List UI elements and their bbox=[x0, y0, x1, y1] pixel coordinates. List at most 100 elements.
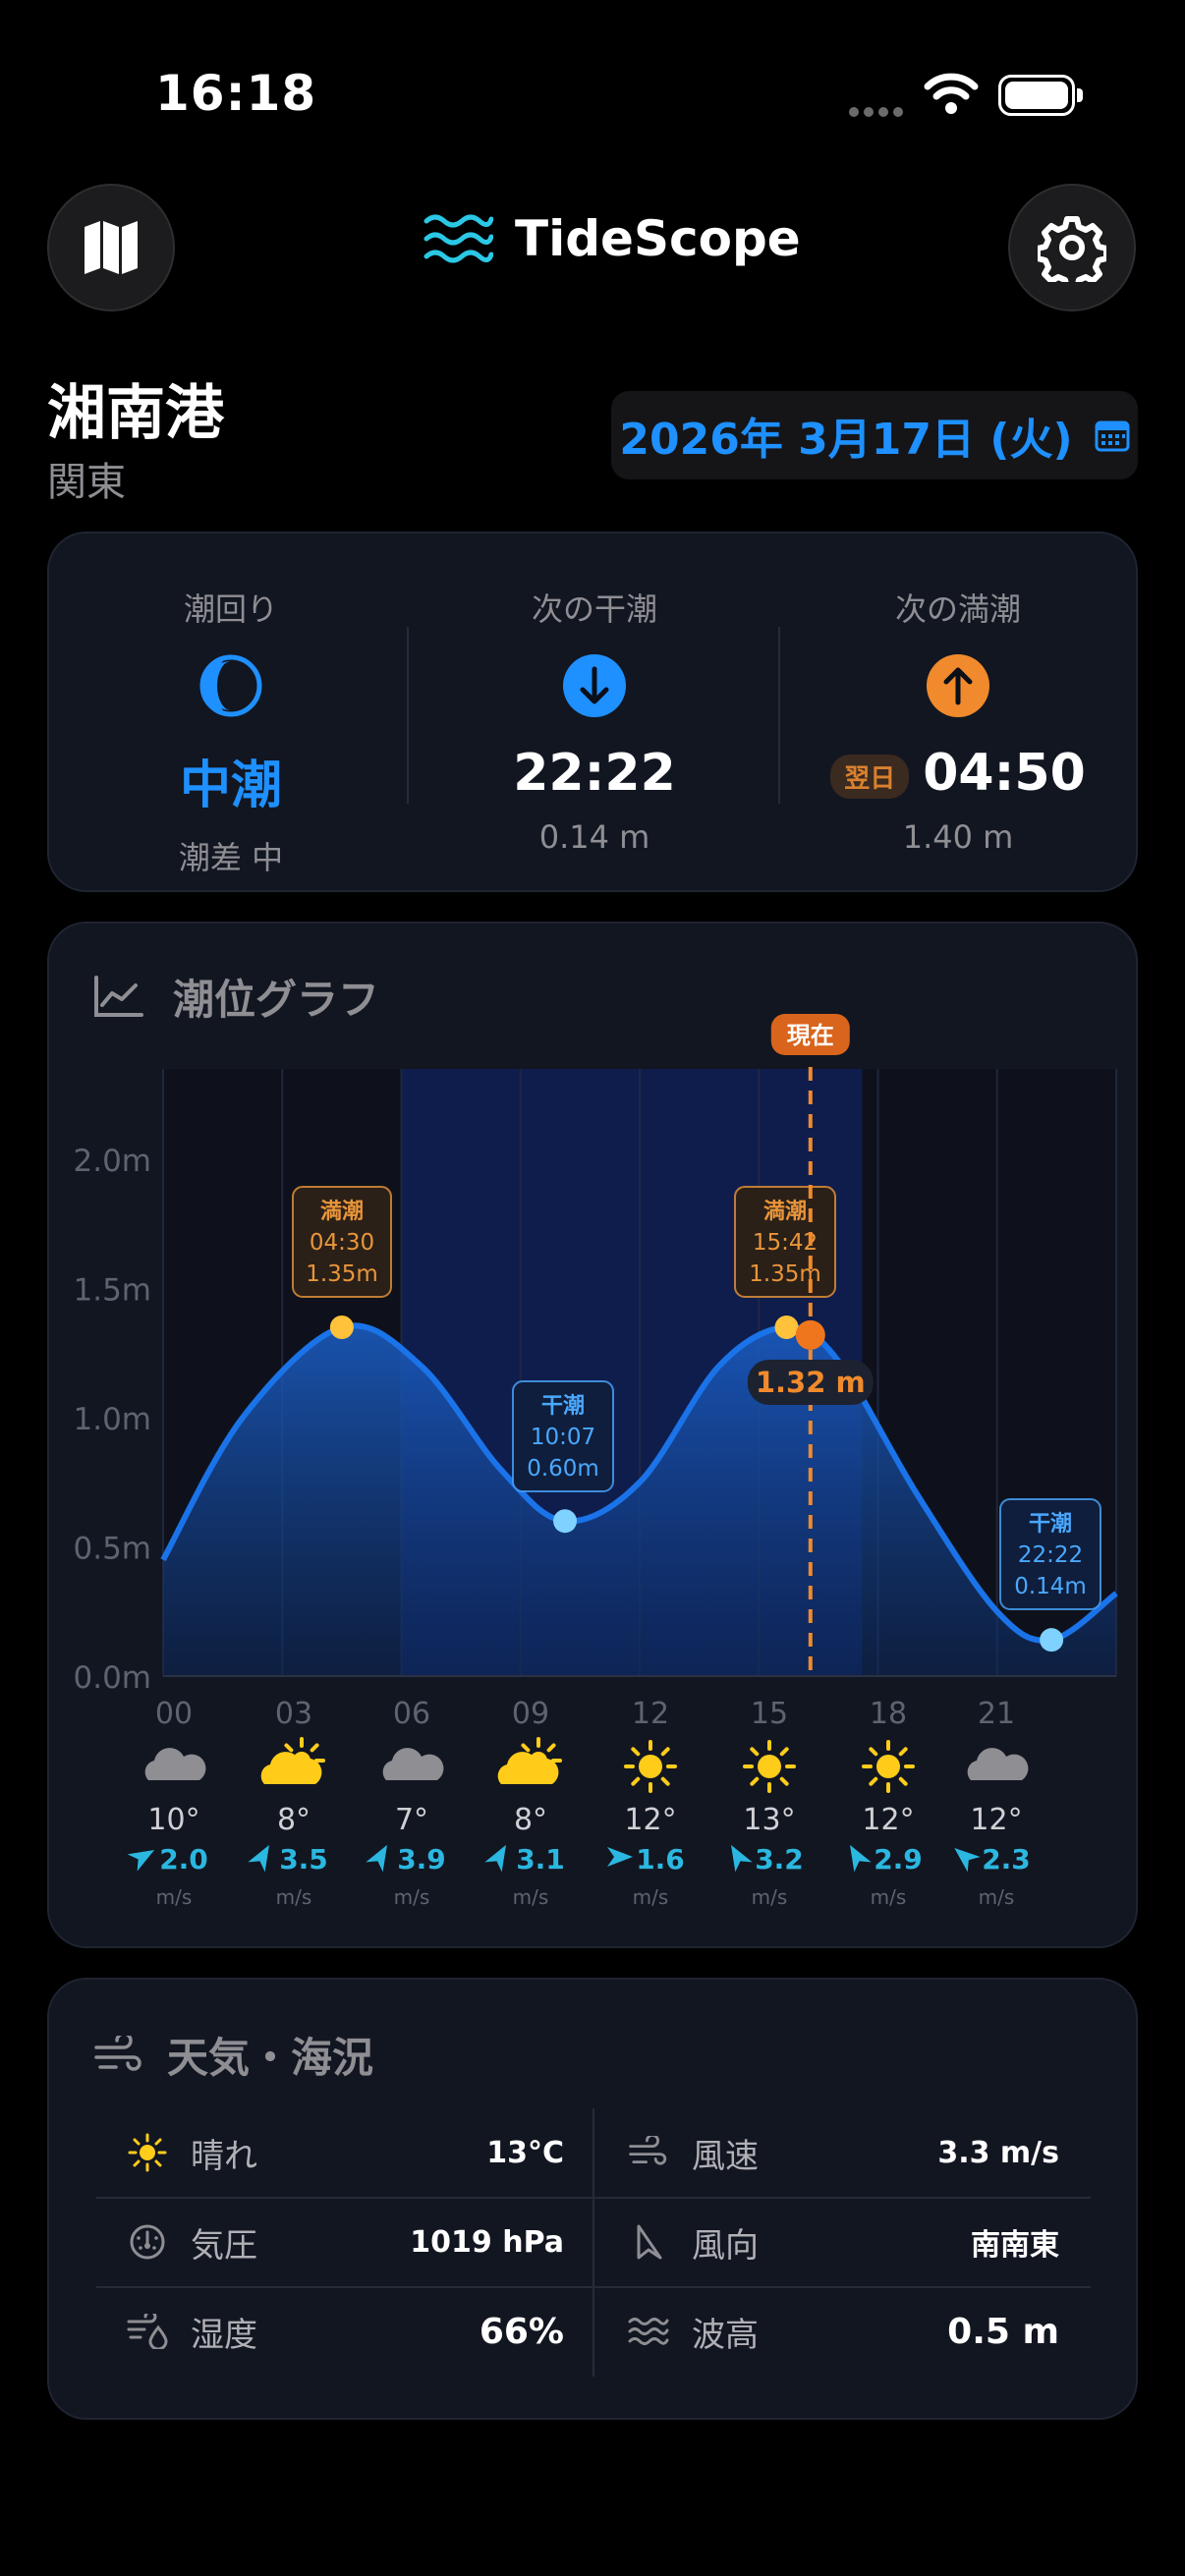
forecast-wind-unit: m/s bbox=[752, 1885, 788, 1909]
forecast-wind-unit: m/s bbox=[276, 1885, 312, 1909]
forecast-wind-unit: m/s bbox=[871, 1885, 907, 1909]
y-tick-label: 0.0m bbox=[74, 1660, 152, 1696]
forecast-wind-unit: m/s bbox=[633, 1885, 669, 1909]
annotation-time: 04:30 bbox=[310, 1230, 374, 1256]
current-value-label: 1.32 m bbox=[756, 1366, 866, 1399]
map-icon bbox=[85, 221, 138, 274]
tide-cycle-label: 潮回り bbox=[183, 590, 278, 628]
location-arrow-icon bbox=[637, 2224, 662, 2260]
annotation-height: 1.35m bbox=[306, 1261, 378, 1287]
forecast-wind-unit: m/s bbox=[394, 1885, 430, 1909]
settings-button[interactable] bbox=[1008, 184, 1136, 311]
wind-direction-value: 南南東 bbox=[971, 2228, 1059, 2263]
low-tide-point bbox=[1040, 1628, 1064, 1652]
weather-card: 天気・海況 晴れ 13°C 風速 3.3 m/s 気圧 1019 hPa 風向 … bbox=[47, 1978, 1138, 2420]
humidity-icon bbox=[127, 2314, 168, 2349]
map-button[interactable] bbox=[47, 184, 175, 311]
humidity-row: 湿度 66% bbox=[126, 2287, 564, 2376]
forecast-wind-speed: 2.3 bbox=[982, 1843, 1031, 1876]
next-high-height: 1.40 m bbox=[902, 818, 1014, 856]
next-high-column: 次の満潮 翌日 04:50 1.40 m bbox=[776, 533, 1140, 890]
annotation-height: 0.60m bbox=[527, 1456, 599, 1482]
arrow-down-icon bbox=[563, 654, 626, 717]
forecast-temp: 10° bbox=[147, 1803, 199, 1837]
pressure-row: 気圧 1019 hPa bbox=[126, 2198, 564, 2286]
divider bbox=[407, 627, 409, 804]
annotation-height: 0.14m bbox=[1014, 1574, 1087, 1599]
tide-chart[interactable]: 0.0m 0.5m 1.0m 1.5m 2.0m 満潮 04:30 1.35m 干潮 10:07 0… bbox=[49, 924, 1136, 1946]
humidity-value: 66% bbox=[479, 2311, 564, 2352]
forecast-wind-speed: 3.5 bbox=[279, 1843, 328, 1876]
wind-direction-arrow-icon bbox=[607, 1847, 633, 1867]
cloud-icon bbox=[967, 1748, 1029, 1780]
y-tick-label: 1.0m bbox=[74, 1402, 152, 1437]
y-tick-label: 2.0m bbox=[74, 1144, 152, 1179]
next-high-time-row: 翌日 04:50 bbox=[776, 744, 1140, 803]
wave-height-row: 波高 0.5 m bbox=[627, 2287, 1059, 2376]
now-badge-label: 現在 bbox=[787, 1022, 834, 1049]
humidity-label: 湿度 bbox=[191, 2315, 257, 2355]
wind-direction-arrow-icon bbox=[731, 1844, 753, 1873]
wind-speed-label: 風速 bbox=[692, 2136, 759, 2176]
forecast-wind-speed: 1.6 bbox=[636, 1843, 685, 1876]
x-tick-label: 00 bbox=[155, 1697, 193, 1731]
forecast-temp: 13° bbox=[743, 1803, 795, 1837]
app-title: TideScope bbox=[423, 210, 801, 267]
x-tick-label: 18 bbox=[870, 1697, 907, 1731]
forecast-wind-unit: m/s bbox=[513, 1885, 549, 1909]
next-high-time: 04:50 bbox=[923, 744, 1086, 803]
next-low-time: 22:22 bbox=[513, 744, 676, 803]
tide-cycle-column: 潮回り 中潮 潮差 中 bbox=[49, 533, 413, 890]
annotation-time: 15:42 bbox=[753, 1230, 818, 1256]
forecast-temp: 8° bbox=[277, 1803, 310, 1837]
forecast-wind-speed: 3.9 bbox=[397, 1843, 446, 1876]
forecast-wind-unit: m/s bbox=[156, 1885, 193, 1909]
wind-direction-arrow-icon bbox=[127, 1850, 155, 1872]
y-tick-label: 0.5m bbox=[74, 1532, 152, 1567]
wind-direction-arrow-icon bbox=[366, 1844, 387, 1873]
date-label: 2026年 3月17日 (火) bbox=[619, 415, 1073, 465]
condition-value: 13°C bbox=[486, 2135, 564, 2170]
location-region: 関東 bbox=[47, 460, 126, 505]
annotation-time: 10:07 bbox=[531, 1425, 595, 1450]
x-tick-label: 06 bbox=[393, 1697, 430, 1731]
wind-speed-row: 風速 3.3 m/s bbox=[627, 2108, 1059, 2197]
current-level-point bbox=[795, 1319, 825, 1350]
wind-speed-value: 3.3 m/s bbox=[937, 2135, 1059, 2170]
tide-cycle-value: 中潮 bbox=[179, 756, 282, 815]
battery-icon bbox=[998, 75, 1075, 116]
annotation-time: 22:22 bbox=[1018, 1542, 1083, 1568]
forecast-temp: 7° bbox=[395, 1803, 428, 1837]
gear-icon bbox=[1038, 216, 1106, 282]
tide-chart-card: 潮位グラフ 0.0m 0.5m 1.0m 1.5m 2.0m 満潮 04:30 1.35m 干潮… bbox=[47, 922, 1138, 1948]
wind-icon bbox=[94, 2035, 141, 2071]
weather-condition-row: 晴れ 13°C bbox=[126, 2108, 564, 2197]
weather-card-header: 天気・海況 bbox=[94, 2025, 373, 2085]
wind-icon bbox=[629, 2136, 667, 2165]
wave-height-value: 0.5 m bbox=[947, 2311, 1059, 2352]
wind-direction-arrow-icon bbox=[248, 1844, 269, 1873]
partly-sunny-icon bbox=[260, 1752, 322, 1784]
forecast-temp: 12° bbox=[970, 1803, 1022, 1837]
divider bbox=[592, 2108, 594, 2377]
wind-direction-arrow-icon bbox=[484, 1844, 506, 1873]
x-tick-label: 09 bbox=[512, 1697, 549, 1731]
tide-range: 潮差 中 bbox=[178, 839, 284, 876]
pressure-value: 1019 hPa bbox=[410, 2224, 564, 2260]
forecast-temp: 12° bbox=[862, 1803, 914, 1837]
next-day-badge: 翌日 bbox=[830, 754, 910, 799]
sun-icon bbox=[624, 1740, 677, 1793]
date-picker-button[interactable]: 2026年 3月17日 (火) bbox=[611, 391, 1138, 479]
wave-icon bbox=[628, 2318, 669, 2345]
high-tide-point bbox=[329, 1315, 354, 1339]
calendar-icon bbox=[1095, 420, 1130, 452]
pressure-label: 気圧 bbox=[191, 2225, 257, 2266]
cellular-signal-icon bbox=[849, 102, 908, 121]
annotation-label: 干潮 bbox=[541, 1394, 585, 1419]
gauge-icon bbox=[130, 2224, 165, 2260]
wind-direction-arrow-icon bbox=[954, 1848, 981, 1873]
annotation-label: 満潮 bbox=[320, 1199, 364, 1224]
weather-card-title: 天気・海況 bbox=[167, 2034, 374, 2082]
wind-direction-arrow-icon bbox=[850, 1844, 872, 1873]
forecast-temp: 8° bbox=[514, 1803, 547, 1837]
